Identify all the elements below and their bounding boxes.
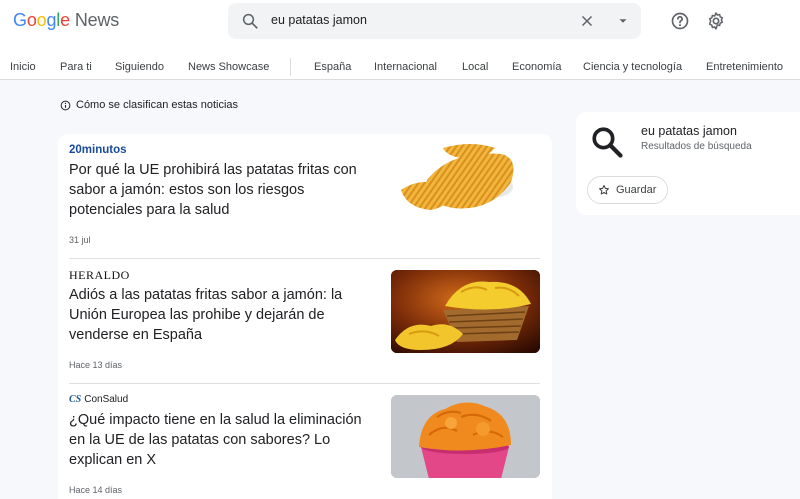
chips-image — [401, 144, 514, 210]
article-date: 31 jul — [69, 235, 91, 245]
search-options-dropdown-icon[interactable] — [616, 14, 630, 28]
chips-bucket-image — [391, 395, 540, 478]
tab-para-ti[interactable]: Para ti — [60, 61, 92, 73]
tab-news-showcase[interactable]: News Showcase — [188, 61, 269, 73]
article-title[interactable]: Adiós a las patatas fritas sabor a jamón… — [69, 285, 374, 345]
top-bar: Google News eu patatas jamon — [0, 0, 800, 44]
search-bar[interactable]: eu patatas jamon — [228, 3, 641, 39]
logo-letter: o — [36, 10, 47, 30]
tab-siguiendo[interactable]: Siguiendo — [115, 61, 164, 73]
article-source-name: ConSalud — [84, 394, 129, 405]
article-source[interactable]: 20minutos — [69, 144, 127, 156]
article-thumbnail[interactable] — [391, 395, 540, 478]
article-date: Hace 14 días — [69, 485, 123, 495]
search-input[interactable]: eu patatas jamon — [271, 13, 367, 27]
search-results-subtitle: Resultados de búsqueda — [641, 141, 752, 152]
star-icon — [599, 185, 609, 195]
info-icon — [60, 100, 71, 110]
settings-gear-icon[interactable] — [706, 11, 726, 31]
ranking-info-text: Cómo se clasifican estas noticias — [76, 99, 239, 111]
logo-letter: g — [46, 10, 57, 30]
section-nav: Inicio Para ti Siguiendo News Showcase E… — [0, 44, 800, 80]
article-thumbnail[interactable] — [391, 142, 540, 225]
google-news-logo[interactable]: Google News — [13, 10, 119, 31]
tab-economia[interactable]: Economía — [512, 61, 562, 73]
article-date: Hace 13 días — [69, 360, 123, 370]
article-item[interactable]: 20minutos Por qué la UE prohibirá las pa… — [58, 134, 552, 258]
search-icon — [592, 127, 623, 158]
consalud-logo-mark: CS — [69, 394, 82, 405]
logo-news-word: News — [74, 10, 120, 30]
tab-local[interactable]: Local — [462, 61, 488, 73]
logo-letter: o — [26, 10, 37, 30]
ranking-info-link[interactable]: Cómo se clasifican estas noticias — [60, 99, 238, 111]
news-feed-card: 20minutos Por qué la UE prohibirá las pa… — [58, 134, 552, 499]
nav-divider — [290, 58, 291, 76]
search-icon[interactable] — [241, 12, 259, 30]
article-source[interactable]: HERALDO — [69, 268, 130, 283]
logo-letter: G — [13, 10, 27, 30]
logo-letter: e — [60, 10, 70, 30]
article-title[interactable]: ¿Qué impacto tiene en la salud la elimin… — [69, 410, 374, 470]
article-thumbnail[interactable] — [391, 270, 540, 353]
tab-inicio[interactable]: Inicio — [10, 61, 36, 73]
article-item[interactable]: CS ConSalud ¿Qué impacto tiene en la salu… — [58, 384, 552, 499]
search-result-card: eu patatas jamon Resultados de búsqueda … — [576, 112, 800, 215]
tab-internacional[interactable]: Internacional — [374, 61, 437, 73]
tab-espana[interactable]: España — [314, 61, 351, 73]
save-label: Guardar — [616, 184, 657, 196]
chips-basket-image — [391, 270, 540, 353]
search-query-title: eu patatas jamon — [641, 124, 737, 138]
article-item[interactable]: HERALDO Adiós a las patatas fritas sabor… — [58, 259, 552, 383]
clear-search-icon[interactable] — [578, 12, 596, 30]
article-source[interactable]: CS ConSalud — [69, 394, 128, 405]
save-search-button[interactable]: Guardar — [587, 176, 668, 204]
article-title[interactable]: Por qué la UE prohibirá las patatas frit… — [69, 160, 374, 220]
tab-entretenimiento[interactable]: Entretenimiento — [706, 61, 783, 73]
help-icon[interactable] — [670, 11, 690, 31]
tab-ciencia-y-tecnologia[interactable]: Ciencia y tecnología — [583, 61, 682, 73]
